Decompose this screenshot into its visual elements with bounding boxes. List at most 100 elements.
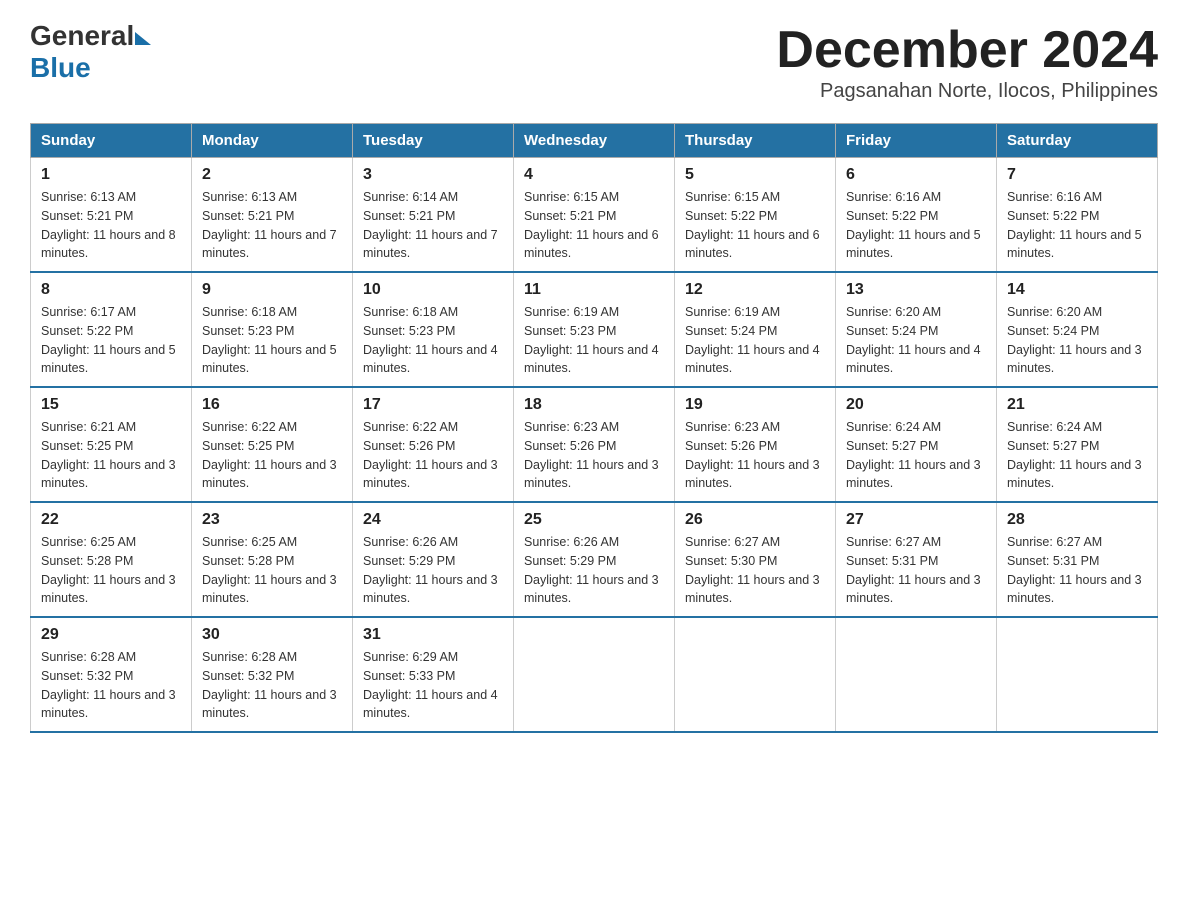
calendar-cell: 22Sunrise: 6:25 AMSunset: 5:28 PMDayligh…: [31, 502, 192, 617]
calendar-cell: 12 Sunrise: 6:19 AMSunset: 5:24 PMDayligh…: [675, 272, 836, 387]
column-header-monday: Monday: [192, 124, 353, 158]
calendar-cell: 20 Sunrise: 6:24 AMSunset: 5:27 PMDayligh…: [836, 387, 997, 502]
calendar-cell: 24 Sunrise: 6:26 AMSunset: 5:29 PMDayligh…: [353, 502, 514, 617]
day-info: Sunrise: 6:29 AMSunset: 5:33 PMDaylight:…: [363, 648, 503, 723]
day-number: 5: [685, 166, 825, 184]
calendar-week-row: 15Sunrise: 6:21 AMSunset: 5:25 PMDayligh…: [31, 387, 1158, 502]
day-number: 16: [202, 396, 342, 414]
column-header-wednesday: Wednesday: [514, 124, 675, 158]
calendar-table: SundayMondayTuesdayWednesdayThursdayFrid…: [30, 123, 1158, 733]
logo-general-text: General: [30, 20, 134, 52]
day-number: 14: [1007, 281, 1147, 299]
day-info: Sunrise: 6:15 AMSunset: 5:21 PMDaylight:…: [524, 188, 664, 263]
day-number: 21: [1007, 396, 1147, 414]
calendar-cell: 8Sunrise: 6:17 AMSunset: 5:22 PMDaylight…: [31, 272, 192, 387]
day-number: 28: [1007, 511, 1147, 529]
day-info: Sunrise: 6:19 AMSunset: 5:24 PMDaylight:…: [685, 303, 825, 378]
day-number: 24: [363, 511, 503, 529]
calendar-cell: 4 Sunrise: 6:15 AMSunset: 5:21 PMDaylight…: [514, 158, 675, 273]
calendar-cell: 18Sunrise: 6:23 AMSunset: 5:26 PMDayligh…: [514, 387, 675, 502]
calendar-cell: 13Sunrise: 6:20 AMSunset: 5:24 PMDayligh…: [836, 272, 997, 387]
day-number: 8: [41, 281, 181, 299]
day-number: 3: [363, 166, 503, 184]
calendar-cell: 9 Sunrise: 6:18 AMSunset: 5:23 PMDaylight…: [192, 272, 353, 387]
calendar-cell: [514, 617, 675, 732]
page-header: General Blue December 2024 Pagsanahan No…: [30, 20, 1158, 103]
calendar-cell: 6Sunrise: 6:16 AMSunset: 5:22 PMDaylight…: [836, 158, 997, 273]
calendar-cell: [675, 617, 836, 732]
day-number: 1: [41, 166, 181, 184]
day-number: 9: [202, 281, 342, 299]
calendar-cell: 28 Sunrise: 6:27 AMSunset: 5:31 PMDayligh…: [997, 502, 1158, 617]
calendar-week-row: 1 Sunrise: 6:13 AMSunset: 5:21 PMDaylight…: [31, 158, 1158, 273]
day-info: Sunrise: 6:24 AMSunset: 5:27 PMDaylight:…: [846, 418, 986, 493]
title-area: December 2024 Pagsanahan Norte, Ilocos, …: [776, 20, 1158, 103]
day-number: 31: [363, 626, 503, 644]
calendar-week-row: 22Sunrise: 6:25 AMSunset: 5:28 PMDayligh…: [31, 502, 1158, 617]
day-number: 10: [363, 281, 503, 299]
calendar-cell: 17 Sunrise: 6:22 AMSunset: 5:26 PMDayligh…: [353, 387, 514, 502]
day-number: 4: [524, 166, 664, 184]
day-info: Sunrise: 6:20 AMSunset: 5:24 PMDaylight:…: [846, 303, 986, 378]
day-info: Sunrise: 6:22 AMSunset: 5:25 PMDaylight:…: [202, 418, 342, 493]
day-info: Sunrise: 6:25 AMSunset: 5:28 PMDaylight:…: [41, 533, 181, 608]
calendar-week-row: 8Sunrise: 6:17 AMSunset: 5:22 PMDaylight…: [31, 272, 1158, 387]
calendar-header-row: SundayMondayTuesdayWednesdayThursdayFrid…: [31, 124, 1158, 158]
day-info: Sunrise: 6:26 AMSunset: 5:29 PMDaylight:…: [363, 533, 503, 608]
calendar-cell: 16 Sunrise: 6:22 AMSunset: 5:25 PMDayligh…: [192, 387, 353, 502]
calendar-cell: 11Sunrise: 6:19 AMSunset: 5:23 PMDayligh…: [514, 272, 675, 387]
logo-arrow-icon: [135, 32, 151, 45]
day-info: Sunrise: 6:23 AMSunset: 5:26 PMDaylight:…: [685, 418, 825, 493]
day-info: Sunrise: 6:25 AMSunset: 5:28 PMDaylight:…: [202, 533, 342, 608]
day-number: 6: [846, 166, 986, 184]
day-number: 7: [1007, 166, 1147, 184]
day-info: Sunrise: 6:26 AMSunset: 5:29 PMDaylight:…: [524, 533, 664, 608]
calendar-cell: 26 Sunrise: 6:27 AMSunset: 5:30 PMDayligh…: [675, 502, 836, 617]
column-header-friday: Friday: [836, 124, 997, 158]
calendar-cell: 23 Sunrise: 6:25 AMSunset: 5:28 PMDayligh…: [192, 502, 353, 617]
calendar-cell: 25 Sunrise: 6:26 AMSunset: 5:29 PMDayligh…: [514, 502, 675, 617]
day-number: 18: [524, 396, 664, 414]
calendar-cell: 7 Sunrise: 6:16 AMSunset: 5:22 PMDaylight…: [997, 158, 1158, 273]
day-number: 23: [202, 511, 342, 529]
calendar-cell: 29Sunrise: 6:28 AMSunset: 5:32 PMDayligh…: [31, 617, 192, 732]
day-info: Sunrise: 6:27 AMSunset: 5:30 PMDaylight:…: [685, 533, 825, 608]
calendar-week-row: 29Sunrise: 6:28 AMSunset: 5:32 PMDayligh…: [31, 617, 1158, 732]
calendar-cell: 19 Sunrise: 6:23 AMSunset: 5:26 PMDayligh…: [675, 387, 836, 502]
calendar-cell: [836, 617, 997, 732]
column-header-sunday: Sunday: [31, 124, 192, 158]
day-info: Sunrise: 6:15 AMSunset: 5:22 PMDaylight:…: [685, 188, 825, 263]
day-number: 25: [524, 511, 664, 529]
calendar-cell: 14 Sunrise: 6:20 AMSunset: 5:24 PMDayligh…: [997, 272, 1158, 387]
calendar-cell: 2 Sunrise: 6:13 AMSunset: 5:21 PMDaylight…: [192, 158, 353, 273]
column-header-tuesday: Tuesday: [353, 124, 514, 158]
day-number: 19: [685, 396, 825, 414]
calendar-cell: 15Sunrise: 6:21 AMSunset: 5:25 PMDayligh…: [31, 387, 192, 502]
calendar-cell: 21Sunrise: 6:24 AMSunset: 5:27 PMDayligh…: [997, 387, 1158, 502]
day-info: Sunrise: 6:27 AMSunset: 5:31 PMDaylight:…: [1007, 533, 1147, 608]
day-info: Sunrise: 6:16 AMSunset: 5:22 PMDaylight:…: [1007, 188, 1147, 263]
calendar-cell: 31 Sunrise: 6:29 AMSunset: 5:33 PMDayligh…: [353, 617, 514, 732]
calendar-cell: [997, 617, 1158, 732]
day-number: 20: [846, 396, 986, 414]
day-number: 2: [202, 166, 342, 184]
day-number: 17: [363, 396, 503, 414]
day-info: Sunrise: 6:18 AMSunset: 5:23 PMDaylight:…: [363, 303, 503, 378]
day-info: Sunrise: 6:22 AMSunset: 5:26 PMDaylight:…: [363, 418, 503, 493]
location-subtitle: Pagsanahan Norte, Ilocos, Philippines: [776, 80, 1158, 103]
logo-blue-text: Blue: [30, 52, 91, 84]
day-info: Sunrise: 6:28 AMSunset: 5:32 PMDaylight:…: [202, 648, 342, 723]
day-info: Sunrise: 6:14 AMSunset: 5:21 PMDaylight:…: [363, 188, 503, 263]
column-header-thursday: Thursday: [675, 124, 836, 158]
calendar-cell: 10 Sunrise: 6:18 AMSunset: 5:23 PMDayligh…: [353, 272, 514, 387]
day-info: Sunrise: 6:18 AMSunset: 5:23 PMDaylight:…: [202, 303, 342, 378]
day-number: 26: [685, 511, 825, 529]
day-number: 30: [202, 626, 342, 644]
logo: General Blue: [30, 20, 151, 84]
column-header-saturday: Saturday: [997, 124, 1158, 158]
day-number: 11: [524, 281, 664, 299]
day-info: Sunrise: 6:13 AMSunset: 5:21 PMDaylight:…: [202, 188, 342, 263]
month-year-title: December 2024: [776, 20, 1158, 80]
day-info: Sunrise: 6:20 AMSunset: 5:24 PMDaylight:…: [1007, 303, 1147, 378]
day-number: 12: [685, 281, 825, 299]
